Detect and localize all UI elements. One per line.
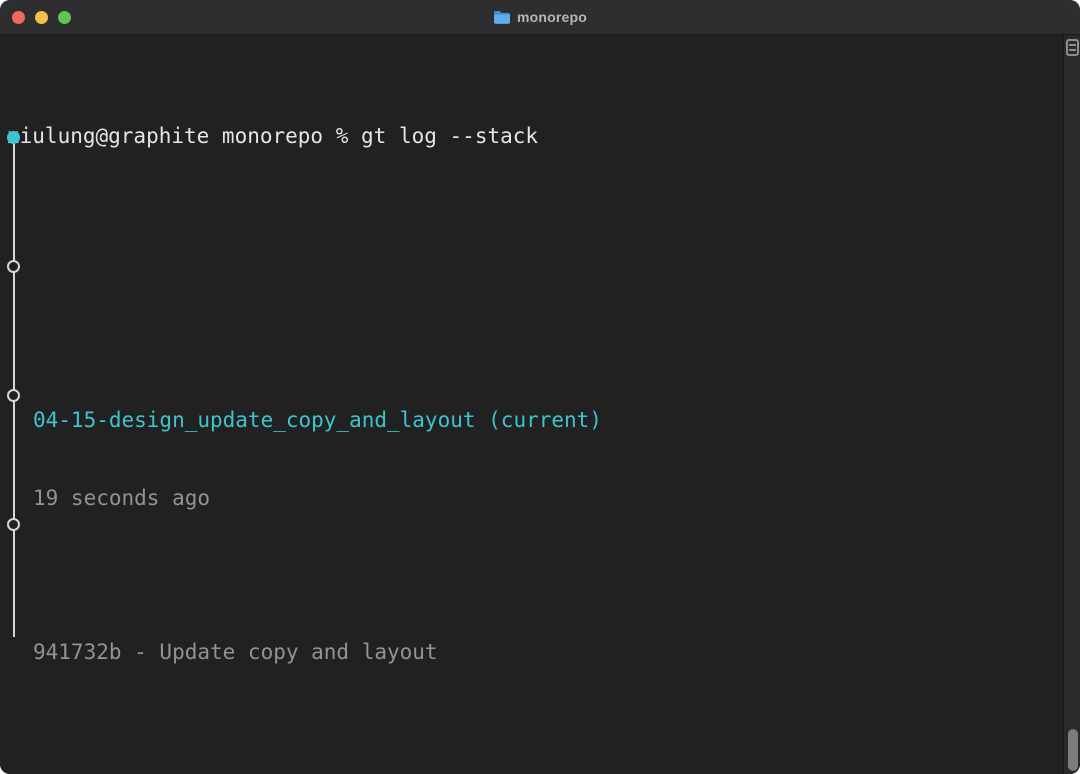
shell-prompt: xiulung@graphite monorepo %	[7, 124, 348, 148]
command-line: xiulung@graphite monorepo % gt log --sta…	[0, 124, 1080, 150]
close-button[interactable]	[12, 11, 25, 24]
zoom-button[interactable]	[58, 11, 71, 24]
branch-dot	[7, 518, 20, 531]
window-controls	[12, 0, 71, 35]
window-title: monorepo	[517, 9, 587, 25]
title-group: monorepo	[493, 9, 587, 25]
minimize-button[interactable]	[35, 11, 48, 24]
terminal-window: monorepo xiulung@graphite monorepo % gt …	[0, 0, 1080, 774]
scrollbar-track[interactable]	[1063, 35, 1080, 774]
commit-line: 941732b - Update copy and layout	[0, 640, 1080, 666]
current-branch-dot	[7, 131, 20, 144]
terminal-screen[interactable]: xiulung@graphite monorepo % gt log --sta…	[0, 35, 1080, 774]
terminal-output: xiulung@graphite monorepo % gt log --sta…	[0, 35, 1080, 774]
folder-icon[interactable]	[493, 10, 511, 24]
branch-name: 04-15-design_update_copy_and_layout	[33, 408, 476, 432]
branch-dot	[7, 389, 20, 402]
scrollbar-thumb[interactable]	[1068, 729, 1078, 771]
branch-line: 04-15-design_update_copy_and_layout (cur…	[0, 408, 1080, 434]
blank-line	[0, 279, 1080, 305]
blank-line	[0, 718, 1080, 744]
branch-dot	[7, 260, 20, 273]
blank-line	[0, 202, 1080, 228]
scrollback-mark-icon[interactable]	[1066, 39, 1079, 56]
command-text: gt log --stack	[361, 124, 538, 148]
titlebar[interactable]: monorepo	[0, 0, 1080, 35]
current-branch-suffix: (current)	[476, 408, 602, 432]
blank-line	[0, 563, 1080, 589]
stack-rail	[13, 137, 15, 637]
branch-time: 19 seconds ago	[0, 486, 1080, 512]
